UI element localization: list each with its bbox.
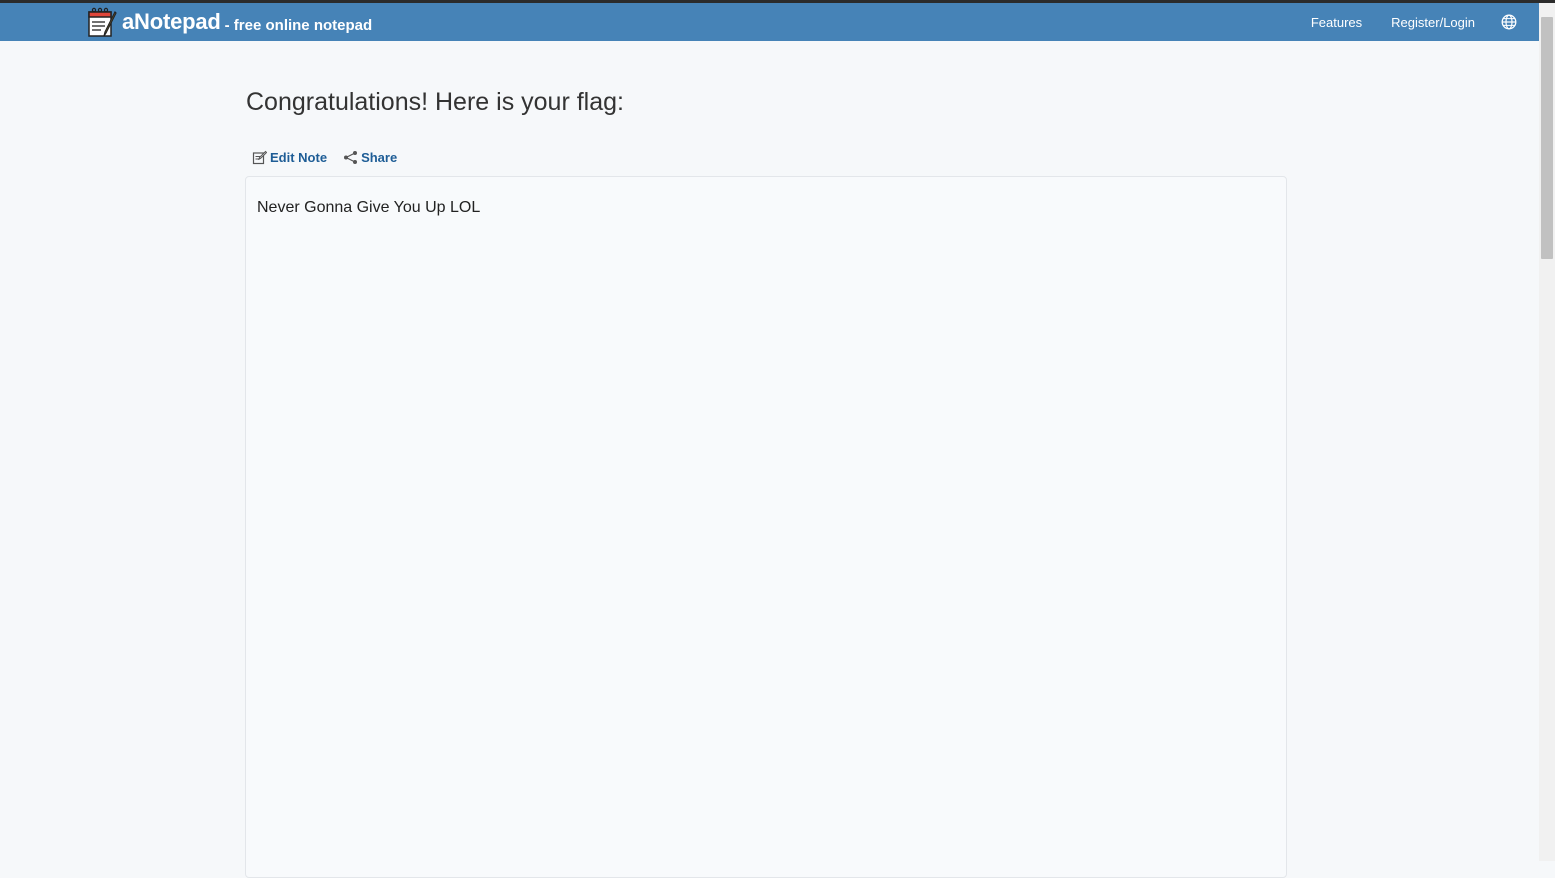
note-actions: Edit Note Share bbox=[252, 148, 413, 166]
share-icon bbox=[344, 150, 358, 164]
nav-features-link[interactable]: Features bbox=[1311, 15, 1362, 30]
page-title: Congratulations! Here is your flag: bbox=[246, 88, 624, 116]
edit-note-label: Edit Note bbox=[270, 149, 328, 165]
note-text: Never Gonna Give You Up LOL bbox=[257, 199, 481, 216]
notepad-logo-icon bbox=[88, 7, 117, 37]
brand-tagline: - free online notepad bbox=[224, 16, 373, 34]
nav-register-login-link[interactable]: Register/Login bbox=[1391, 15, 1475, 30]
note-content-box: Never Gonna Give You Up LOL bbox=[245, 176, 1287, 878]
edit-note-button[interactable]: Edit Note bbox=[252, 150, 327, 165]
brand-link[interactable]: aNotepad - free online notepad bbox=[86, 5, 372, 39]
scrollbar-thumb[interactable] bbox=[1541, 17, 1553, 259]
top-navbar: aNotepad - free online notepad Features … bbox=[0, 3, 1539, 41]
share-button[interactable]: Share bbox=[343, 150, 397, 165]
edit-icon bbox=[252, 150, 267, 164]
nav-links: Features Register/Login bbox=[1282, 3, 1517, 41]
share-label: Share bbox=[361, 149, 398, 165]
brand-name: aNotepad bbox=[122, 9, 221, 34]
page-scrollbar[interactable] bbox=[1539, 3, 1555, 861]
globe-icon[interactable] bbox=[1501, 14, 1517, 30]
